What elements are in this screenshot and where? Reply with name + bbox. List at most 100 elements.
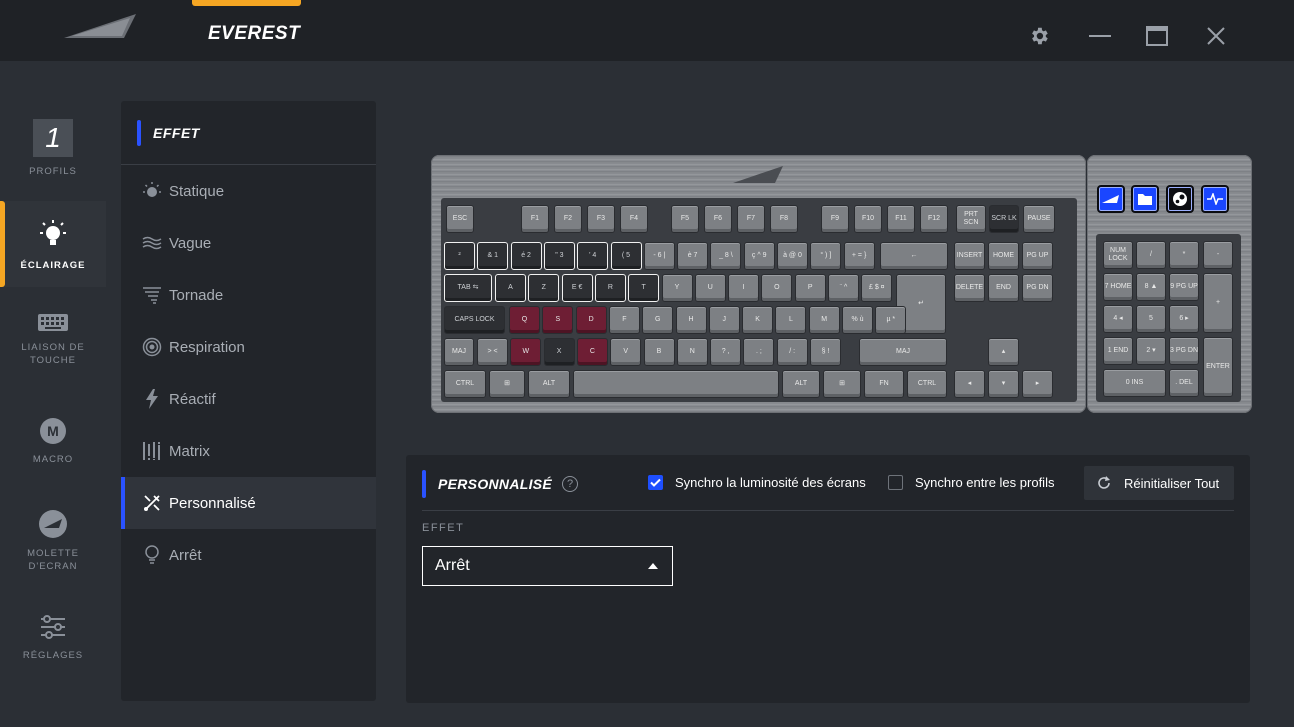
key-lwin[interactable]: ⊞ bbox=[489, 370, 525, 398]
key-row2[interactable]: T bbox=[628, 274, 660, 302]
effect-reactive[interactable]: Réactif bbox=[121, 373, 376, 425]
effect-wave[interactable]: Vague bbox=[121, 217, 376, 269]
sync-brightness-checkbox[interactable]: Synchro la luminosité des écrans bbox=[648, 475, 866, 490]
nav-settings[interactable]: RÉGLAGES bbox=[0, 595, 106, 681]
help-icon[interactable]: ? bbox=[562, 476, 579, 492]
key-row2[interactable]: Z bbox=[528, 274, 560, 302]
key-f12[interactable]: F12 bbox=[920, 205, 948, 233]
key-f10[interactable]: F10 bbox=[854, 205, 882, 233]
effect-static[interactable]: Statique bbox=[121, 165, 376, 217]
key-row3[interactable]: S bbox=[542, 306, 574, 334]
nav-key-binding[interactable]: LIAISON DE TOUCHE bbox=[0, 293, 106, 379]
effect-off[interactable]: Arrêt bbox=[121, 529, 376, 581]
key-f5[interactable]: F5 bbox=[671, 205, 699, 233]
key-row1[interactable]: è 7 bbox=[677, 242, 709, 270]
key-row2[interactable]: ¨ ^ bbox=[828, 274, 859, 302]
key-f1[interactable]: F1 bbox=[521, 205, 549, 233]
key-lalt[interactable]: ALT bbox=[528, 370, 570, 398]
key-num-mul[interactable]: * bbox=[1169, 241, 1199, 269]
key-pause[interactable]: PAUSE bbox=[1023, 205, 1055, 233]
key-num5[interactable]: 5 bbox=[1136, 305, 1166, 333]
key-rctrl[interactable]: CTRL bbox=[907, 370, 947, 398]
key-f4[interactable]: F4 bbox=[620, 205, 648, 233]
key-f8[interactable]: F8 bbox=[770, 205, 798, 233]
effect-tornado[interactable]: Tornade bbox=[121, 269, 376, 321]
key-num2[interactable]: 2 ▾ bbox=[1136, 337, 1166, 365]
effect-custom[interactable]: Personnalisé bbox=[121, 477, 376, 529]
key-row2[interactable]: A bbox=[495, 274, 526, 302]
key-fn[interactable]: FN bbox=[864, 370, 904, 398]
folder-key[interactable] bbox=[1131, 185, 1159, 213]
key-f6[interactable]: F6 bbox=[704, 205, 732, 233]
reset-all-button[interactable]: Réinitialiser Tout bbox=[1084, 466, 1234, 500]
effect-dropdown[interactable]: Arrêt bbox=[422, 546, 673, 586]
key-row4[interactable]: . ; bbox=[743, 338, 775, 366]
key-num1[interactable]: 1 END bbox=[1103, 337, 1133, 365]
key-row4[interactable]: V bbox=[610, 338, 642, 366]
key-row4[interactable]: C bbox=[576, 338, 608, 366]
key-nav[interactable]: INSERT bbox=[954, 242, 985, 270]
nav-display-dial[interactable]: MOLETTE D'ECRAN bbox=[0, 491, 106, 577]
key-row4[interactable]: § ! bbox=[810, 338, 841, 366]
key-space[interactable] bbox=[573, 370, 779, 398]
nav-macro[interactable]: M MACRO bbox=[0, 399, 106, 485]
nav-lighting[interactable]: ÉCLAIRAGE bbox=[0, 201, 106, 287]
media-logo-key[interactable] bbox=[1097, 185, 1125, 213]
key-row1[interactable]: ² bbox=[444, 242, 475, 270]
key-row2[interactable]: I bbox=[728, 274, 760, 302]
key-row3[interactable]: J bbox=[708, 306, 740, 334]
key-ralt[interactable]: ALT bbox=[782, 370, 820, 398]
key-num9[interactable]: 9 PG UP bbox=[1169, 273, 1199, 301]
key-row3[interactable]: D bbox=[575, 306, 607, 334]
key-row4[interactable]: / : bbox=[776, 338, 808, 366]
key-row1[interactable]: _ 8 \ bbox=[710, 242, 742, 270]
minimize-button[interactable] bbox=[1084, 20, 1116, 52]
key-arrow-down[interactable]: ▾ bbox=[988, 370, 1019, 398]
key-row2[interactable]: P bbox=[794, 274, 826, 302]
key-rshift[interactable]: MAJ bbox=[859, 338, 947, 366]
key-row3[interactable]: µ * bbox=[875, 306, 907, 334]
key-lshift[interactable]: MAJ bbox=[444, 338, 474, 366]
key-row2[interactable]: £ $ ¤ bbox=[861, 274, 893, 302]
key-row1[interactable]: + = } bbox=[843, 242, 875, 270]
key-num-enter[interactable]: ENTER bbox=[1203, 337, 1233, 397]
key-row1[interactable]: é 2 bbox=[510, 242, 542, 270]
key-row1[interactable]: à @ 0 bbox=[777, 242, 808, 270]
key-nav[interactable]: HOME bbox=[988, 242, 1019, 270]
key-row4[interactable]: W bbox=[510, 338, 542, 366]
key-esc[interactable]: ESC bbox=[446, 205, 474, 233]
checkbox-unchecked[interactable] bbox=[888, 475, 903, 490]
key-scrlk[interactable]: SCR LK bbox=[989, 205, 1019, 233]
key-num7[interactable]: 7 HOME bbox=[1103, 273, 1133, 301]
key-f11[interactable]: F11 bbox=[887, 205, 915, 233]
key-row2[interactable]: R bbox=[594, 274, 626, 302]
key-num-dot[interactable]: . DEL bbox=[1169, 369, 1199, 397]
key-row3[interactable]: G bbox=[642, 306, 674, 334]
sync-profiles-checkbox[interactable]: Synchro entre les profils bbox=[888, 475, 1054, 490]
key-nav[interactable]: END bbox=[988, 274, 1019, 302]
key-prtscn[interactable]: PRT SCN bbox=[956, 205, 986, 233]
key-row3[interactable]: Q bbox=[509, 306, 540, 334]
key-row2[interactable]: Y bbox=[661, 274, 693, 302]
effect-breathing[interactable]: Respiration bbox=[121, 321, 376, 373]
key-row4[interactable]: N bbox=[676, 338, 708, 366]
key-row1[interactable]: ç ^ 9 bbox=[743, 242, 775, 270]
key-num6[interactable]: 6 ▸ bbox=[1169, 305, 1199, 333]
key-row3[interactable]: L bbox=[775, 306, 807, 334]
steam-key[interactable] bbox=[1166, 185, 1194, 213]
key-row4[interactable]: X bbox=[543, 338, 575, 366]
key-row2[interactable]: U bbox=[694, 274, 726, 302]
key-backspace[interactable]: ← bbox=[880, 242, 948, 270]
key-f3[interactable]: F3 bbox=[587, 205, 615, 233]
checkbox-checked[interactable] bbox=[648, 475, 663, 490]
pulse-key[interactable] bbox=[1201, 185, 1229, 213]
key-row2[interactable]: E € bbox=[561, 274, 593, 302]
key-numlock[interactable]: NUM LOCK bbox=[1103, 241, 1133, 269]
key-row1[interactable]: " 3 bbox=[543, 242, 575, 270]
key-row3[interactable]: K bbox=[742, 306, 774, 334]
key-row3[interactable]: M bbox=[808, 306, 840, 334]
key-row1[interactable]: ' 4 bbox=[577, 242, 609, 270]
key-f7[interactable]: F7 bbox=[737, 205, 765, 233]
key-num-plus[interactable]: + bbox=[1203, 273, 1233, 333]
key-num4[interactable]: 4 ◂ bbox=[1103, 305, 1133, 333]
